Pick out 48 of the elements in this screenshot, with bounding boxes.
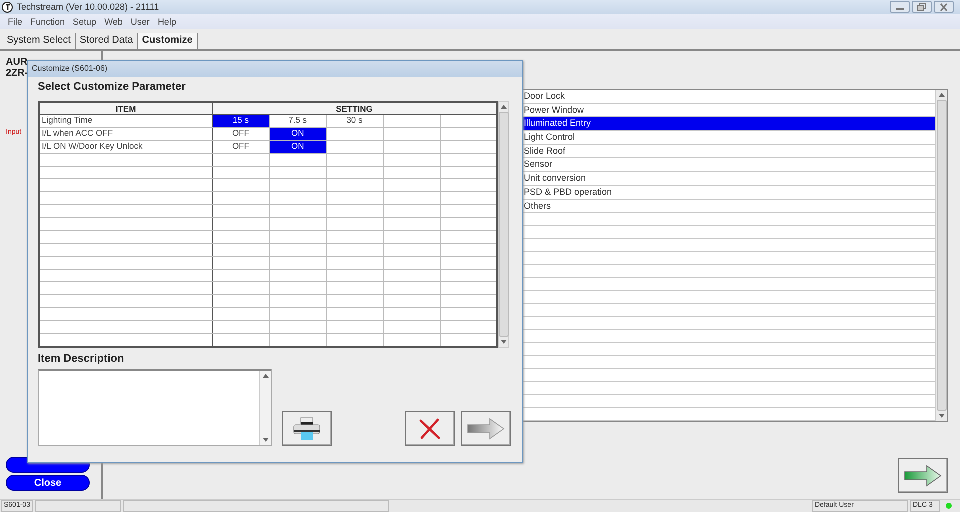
option-cell[interactable]: ON: [269, 127, 326, 140]
dialog-heading: Select Customize Parameter: [38, 80, 187, 95]
restore-icon: [917, 2, 927, 12]
close-icon[interactable]: [934, 1, 954, 13]
menu-item[interactable]: File: [4, 16, 27, 26]
connection-indicator-icon: [946, 503, 952, 509]
scroll-down-icon[interactable]: [500, 340, 506, 344]
column-header: SETTING: [212, 102, 497, 114]
menu-item[interactable]: Function: [26, 16, 70, 26]
option-cell[interactable]: OFF: [212, 140, 270, 154]
list-item[interactable]: Illuminated Entry: [520, 117, 935, 132]
scroll-down-icon[interactable]: [938, 414, 944, 418]
section-label: Item Description: [38, 353, 126, 367]
scroll-up-icon[interactable]: [500, 105, 506, 109]
option-cell[interactable]: ON: [269, 140, 326, 154]
tab[interactable]: Customize: [138, 33, 198, 49]
next-button[interactable]: [461, 411, 511, 446]
menu-item[interactable]: User: [126, 16, 154, 26]
option-cell[interactable]: 30 s: [326, 114, 384, 128]
scrollbar[interactable]: [498, 101, 509, 348]
scrollbar[interactable]: [935, 90, 947, 421]
minimize-button[interactable]: [890, 1, 910, 13]
option-cell[interactable]: OFF: [212, 127, 270, 140]
print-button[interactable]: [282, 411, 332, 446]
dialog-title: Customize (S601-06): [28, 61, 522, 77]
menu-item[interactable]: Web: [100, 16, 127, 26]
table-cell: I/L when ACC OFF: [39, 127, 212, 140]
next-button[interactable]: [898, 458, 948, 493]
cross-icon: [418, 418, 442, 440]
close-button[interactable]: Close: [6, 475, 90, 491]
table-cell: I/L ON W/Door Key Unlock: [39, 140, 212, 154]
scroll-up-icon[interactable]: [938, 93, 944, 97]
option-cell[interactable]: 15 s: [212, 114, 270, 128]
cancel-button[interactable]: [405, 411, 455, 446]
printer-icon: [292, 416, 322, 440]
option-cell[interactable]: 7.5 s: [269, 114, 326, 128]
restore-button[interactable]: [912, 1, 932, 13]
window-title: Techstream (Ver 10.00.028) - 21111: [17, 2, 160, 12]
menu-item[interactable]: Setup: [69, 16, 101, 26]
vehicle-label: 2ZR-: [6, 68, 28, 79]
column-header: ITEM: [39, 102, 212, 114]
table-cell: Lighting Time: [39, 114, 212, 128]
menu-item[interactable]: Help: [154, 16, 180, 26]
scrollbar[interactable]: [259, 371, 271, 445]
scroll-down-icon[interactable]: [262, 438, 268, 442]
description-box[interactable]: [38, 369, 272, 446]
app-logo-icon: [2, 2, 13, 12]
scroll-up-icon[interactable]: [262, 374, 268, 378]
